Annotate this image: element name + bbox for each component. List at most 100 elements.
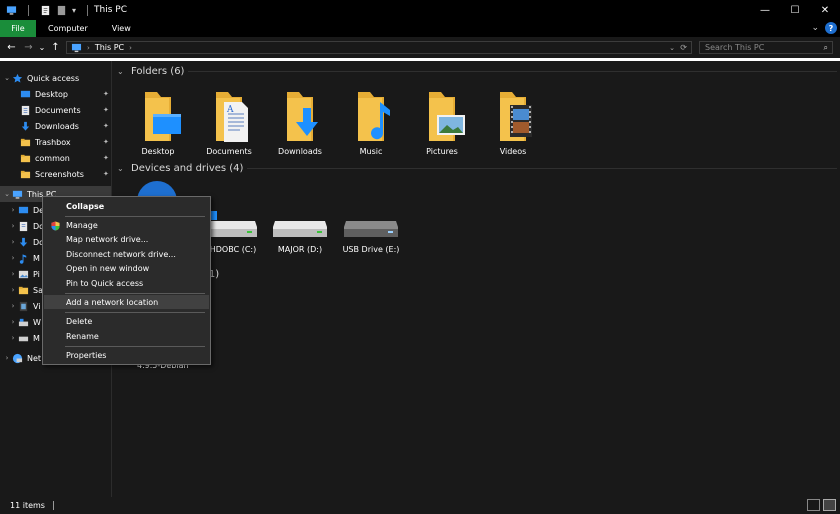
nav-item-desktop[interactable]: Desktop xyxy=(20,86,68,102)
address-dropdown-icon[interactable]: ⌄ xyxy=(669,44,675,52)
folders-group-header[interactable]: ⌄ Folders (6) xyxy=(117,66,837,77)
folder-tile-videos[interactable]: Videos xyxy=(478,88,548,156)
window-title: This PC xyxy=(94,5,127,15)
close-button[interactable]: ✕ xyxy=(810,0,840,20)
nav-item-pc-major-drive[interactable]: › M xyxy=(8,330,40,346)
nav-item-pc-music[interactable]: › M xyxy=(8,250,40,266)
properties-icon[interactable] xyxy=(40,5,51,16)
nav-item-documents[interactable]: Documents xyxy=(20,102,81,118)
nav-item-common[interactable]: common xyxy=(20,150,70,166)
breadcrumb-separator[interactable]: › xyxy=(129,44,132,52)
customize-toolbar-icon[interactable]: ▾ xyxy=(72,6,76,15)
menu-item-disconnect-network-drive[interactable]: Disconnect network drive... xyxy=(44,247,209,261)
expand-chevron-icon[interactable]: › xyxy=(8,318,18,326)
expand-chevron-icon[interactable]: › xyxy=(8,302,18,310)
minimize-button[interactable]: — xyxy=(750,0,780,20)
nav-item-downloads[interactable]: Downloads xyxy=(20,118,79,134)
videos-icon xyxy=(19,301,28,311)
breadcrumb-this-pc[interactable]: This PC xyxy=(95,43,124,52)
pin-icon[interactable]: ✦ xyxy=(103,106,109,114)
drive-tile-d[interactable]: MAJOR (D:) xyxy=(271,209,329,254)
help-icon[interactable]: ? xyxy=(825,22,837,34)
menu-item-rename[interactable]: Rename xyxy=(44,329,209,343)
search-icon[interactable]: ⌕ xyxy=(824,43,828,53)
quick-access-toolbar: ▾ xyxy=(0,4,94,16)
folder-tile-pictures[interactable]: Pictures xyxy=(407,88,477,156)
star-icon xyxy=(12,73,23,82)
pin-icon[interactable]: ✦ xyxy=(103,154,109,162)
nav-network[interactable]: › Net xyxy=(2,350,41,366)
menu-item-add-network-location[interactable]: Add a network location xyxy=(44,295,209,309)
tab-view[interactable]: View xyxy=(100,20,143,37)
nav-item-pc-saved[interactable]: › Sa xyxy=(8,282,43,298)
pin-icon[interactable]: ✦ xyxy=(103,90,109,98)
tab-computer[interactable]: Computer xyxy=(36,20,100,37)
menu-item-collapse[interactable]: Collapse xyxy=(44,199,209,213)
tab-file[interactable]: File xyxy=(0,20,36,37)
folder-tile-desktop[interactable]: Desktop xyxy=(123,88,193,156)
address-bar[interactable]: › This PC › ⌄ ⟳ xyxy=(66,41,692,54)
network-icon xyxy=(12,353,23,363)
folder-icon xyxy=(18,286,29,294)
refresh-icon[interactable]: ⟳ xyxy=(680,43,687,52)
collapse-chevron-icon[interactable]: ⌄ xyxy=(117,164,127,173)
expand-ribbon-icon[interactable]: ⌄ xyxy=(811,23,819,33)
nav-item-pc-videos[interactable]: › Vi xyxy=(8,298,41,314)
menu-item-pin-quick-access[interactable]: Pin to Quick access xyxy=(44,276,209,290)
maximize-button[interactable]: ☐ xyxy=(780,0,810,20)
expand-chevron-icon[interactable]: › xyxy=(8,270,18,278)
nav-item-trashbox[interactable]: Trashbox xyxy=(20,134,71,150)
nav-label: Net xyxy=(27,353,42,363)
nav-item-pc-documents[interactable]: › Do xyxy=(8,218,44,234)
hard-drive-icon xyxy=(18,336,29,341)
back-button[interactable]: ← xyxy=(3,37,20,57)
menu-item-properties[interactable]: Properties xyxy=(44,348,209,362)
pin-icon[interactable]: ✦ xyxy=(103,138,109,146)
devices-group-header[interactable]: ⌄ Devices and drives (4) xyxy=(117,163,837,174)
menu-item-delete[interactable]: Delete xyxy=(44,314,209,328)
breadcrumb-separator[interactable]: › xyxy=(87,44,90,52)
expand-chevron-icon[interactable]: › xyxy=(8,254,18,262)
nav-item-pc-windows-drive[interactable]: › W xyxy=(8,314,41,330)
group-divider xyxy=(247,168,837,169)
menu-item-open-new-window[interactable]: Open in new window xyxy=(44,261,209,275)
details-view-button[interactable] xyxy=(807,499,820,511)
expand-chevron-icon[interactable]: › xyxy=(2,354,12,362)
menu-separator xyxy=(65,312,205,313)
folder-tile-documents[interactable]: A Documents xyxy=(194,88,264,156)
pin-icon[interactable]: ✦ xyxy=(103,170,109,178)
search-input[interactable]: Search This PC ⌕ xyxy=(699,41,833,54)
folder-tile-downloads[interactable]: Downloads xyxy=(265,88,335,156)
expand-chevron-icon[interactable]: › xyxy=(8,334,18,342)
hard-drive-icon xyxy=(273,221,327,237)
folder-icon xyxy=(20,170,31,178)
expand-chevron-icon[interactable]: › xyxy=(8,222,18,230)
tile-label: Music xyxy=(359,147,383,156)
collapse-chevron-icon[interactable]: ⌄ xyxy=(2,74,12,82)
new-folder-icon[interactable] xyxy=(56,5,67,16)
group-title: Folders (6) xyxy=(131,66,185,77)
nav-item-screenshots[interactable]: Screenshots xyxy=(20,166,84,182)
forward-button[interactable]: → xyxy=(20,37,37,57)
collapse-chevron-icon[interactable]: ⌄ xyxy=(117,67,127,76)
this-pc-icon xyxy=(6,5,17,15)
documents-icon xyxy=(21,105,30,115)
item-count: 11 items xyxy=(10,501,45,510)
expand-chevron-icon[interactable]: › xyxy=(8,286,18,294)
recent-locations-button[interactable]: ⌄ xyxy=(37,37,47,57)
pin-icon[interactable]: ✦ xyxy=(103,122,109,130)
nav-item-pc-pictures[interactable]: › Pi xyxy=(8,266,40,282)
menu-item-map-network-drive[interactable]: Map network drive... xyxy=(44,232,209,246)
expand-chevron-icon[interactable]: › xyxy=(8,206,18,214)
nav-item-pc-desktop[interactable]: › De xyxy=(8,202,45,218)
nav-quick-access[interactable]: ⌄ Quick access xyxy=(2,70,79,86)
folder-tile-music[interactable]: Music xyxy=(336,88,406,156)
up-button[interactable]: ↑ xyxy=(47,37,64,57)
nav-label: Trashbox xyxy=(35,137,71,147)
nav-item-pc-downloads[interactable]: › Do xyxy=(8,234,44,250)
large-icons-view-button[interactable] xyxy=(823,499,836,511)
expand-chevron-icon[interactable]: › xyxy=(8,238,18,246)
menu-item-manage[interactable]: Manage xyxy=(44,218,209,232)
drive-tile-e[interactable]: USB Drive (E:) xyxy=(342,209,400,254)
collapse-chevron-icon[interactable]: ⌄ xyxy=(2,190,12,198)
